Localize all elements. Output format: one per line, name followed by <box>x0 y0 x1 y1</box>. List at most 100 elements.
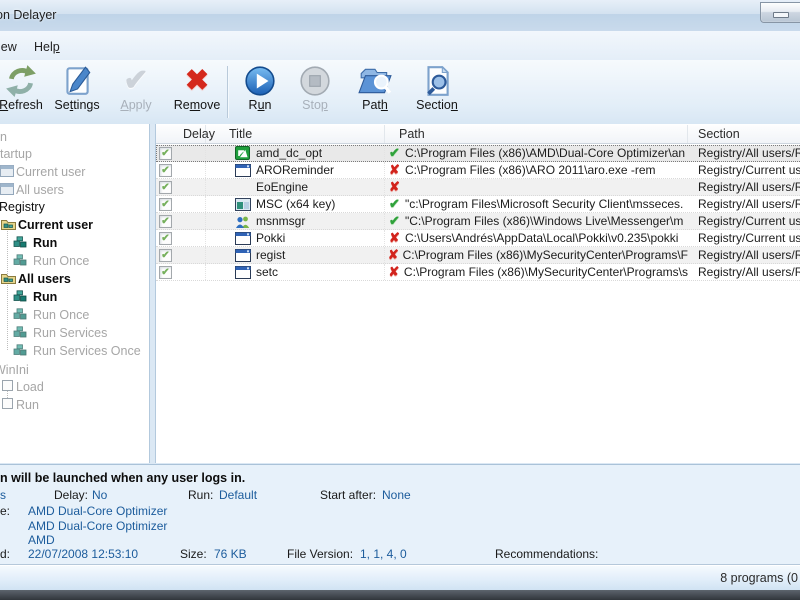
size-label: Size: <box>180 547 207 561</box>
section-icon <box>420 64 454 98</box>
run-button[interactable]: Run <box>231 62 289 122</box>
run-mode-label: Run: <box>188 488 214 502</box>
name-label-fragment: e: <box>0 504 11 518</box>
settings-icon <box>60 64 94 98</box>
checkbox-checked-icon[interactable] <box>159 265 172 279</box>
window-icon <box>235 231 252 245</box>
table-header: Delay Title Path Section <box>156 125 800 144</box>
minimize-button[interactable] <box>760 2 800 23</box>
table-row-msc[interactable]: MSC (x64 key) "c:\Program Files\Microsof… <box>156 196 800 213</box>
registry-bricks-icon <box>13 236 27 251</box>
no-icon <box>235 180 252 194</box>
checkbox-checked-icon[interactable] <box>159 248 172 262</box>
section-label: Section <box>416 98 458 112</box>
date-label-fragment: d: <box>0 547 11 561</box>
ini-entry-icon <box>2 380 14 395</box>
settings-label: Settings <box>54 98 100 112</box>
table-row-setc[interactable]: setc C:\Program Files (x86)\MySecurityCe… <box>156 264 800 281</box>
title-bar[interactable]: on Delayer <box>0 0 800 32</box>
refresh-button[interactable]: Refresh <box>0 62 50 122</box>
apply-button: ✔ Apply <box>107 62 165 122</box>
settings-button[interactable]: Settings <box>48 62 106 122</box>
start-after-label: Start after: <box>320 488 377 502</box>
table-row-amd-dc-opt[interactable]: amd_dc_opt C:\Program Files (x86)\AMD\Du… <box>156 145 800 162</box>
delay-label: Delay: <box>54 488 89 502</box>
checkbox-checked-icon[interactable] <box>159 214 172 228</box>
ini-entry-icon <box>2 398 14 413</box>
registry-bricks-icon <box>13 290 27 305</box>
toolbar-separator <box>227 66 228 118</box>
registry-bricks-icon <box>13 344 27 359</box>
column-header-section[interactable]: Section <box>688 125 800 143</box>
date-modified-value: 22/07/2008 12:53:10 <box>28 547 139 561</box>
section-tree-pane: n tartup Current user All users Registry… <box>0 124 150 463</box>
column-header-path[interactable]: Path <box>385 125 688 143</box>
path-found-icon <box>387 145 402 161</box>
column-header-title[interactable]: Title <box>206 125 385 143</box>
menu-view[interactable]: iew <box>0 38 21 56</box>
run-mode-value: Default <box>219 488 258 502</box>
details-left-fragment: s <box>0 488 6 502</box>
apply-label: Apply <box>120 98 152 112</box>
table-row-aroreminder[interactable]: AROReminder C:\Program Files (x86)\ARO 2… <box>156 162 800 179</box>
checkbox-checked-icon[interactable] <box>159 231 172 245</box>
table-row-pokki[interactable]: Pokki C:\Users\Andrés\AppData\Local\Pokk… <box>156 230 800 247</box>
status-bar: 8 programs (0 <box>0 564 800 591</box>
path-icon <box>358 64 392 98</box>
run-icon <box>243 64 277 98</box>
path-label: Path <box>362 98 388 112</box>
menu-bar: iew Help <box>0 31 800 60</box>
registry-bricks-icon <box>13 254 27 269</box>
checkbox-checked-icon[interactable] <box>159 146 172 160</box>
window-bottom-frame <box>0 590 800 600</box>
checkbox-checked-icon[interactable] <box>159 180 172 194</box>
window-gray-icon <box>0 183 14 198</box>
programs-count: 8 programs (0 <box>720 571 798 585</box>
toolbar: Refresh Settings ✔ Apply ✖ Remove Run St… <box>0 60 800 125</box>
window-title: on Delayer <box>0 8 57 22</box>
path-button[interactable]: Path <box>346 62 404 122</box>
checkbox-checked-icon[interactable] <box>159 197 172 211</box>
tree-connector <box>7 228 9 350</box>
path-missing-icon <box>387 264 401 280</box>
minimize-icon <box>773 12 789 18</box>
run-label: Run <box>248 98 272 112</box>
path-missing-icon <box>387 230 402 246</box>
section-button[interactable]: Section <box>408 62 466 122</box>
window-icon <box>235 265 252 279</box>
recommendations-label: Recommendations: <box>495 547 599 561</box>
checkbox-checked-icon[interactable] <box>159 163 172 177</box>
column-header-delay[interactable]: Delay <box>156 125 215 143</box>
folder-registry-icon <box>1 272 16 287</box>
registry-bricks-icon <box>13 326 27 341</box>
refresh-icon <box>4 64 38 98</box>
menu-help[interactable]: Help <box>30 38 64 56</box>
folder-registry-icon <box>1 218 16 233</box>
monitor-icon <box>235 197 252 211</box>
programs-table: Delay Title Path Section amd_dc_opt C:\P… <box>155 124 800 463</box>
file-version-value: 1, 1, 4, 0 <box>360 547 407 561</box>
registry-bricks-icon <box>13 308 27 323</box>
path-found-icon <box>387 196 402 212</box>
start-after-value: None <box>382 488 411 502</box>
path-missing-icon <box>387 247 400 263</box>
delay-value: No <box>92 488 108 502</box>
path-found-icon <box>387 213 402 229</box>
table-row-regist[interactable]: regist C:\Program Files (x86)\MySecurity… <box>156 247 800 264</box>
remove-icon: ✖ <box>184 65 210 97</box>
path-missing-icon <box>387 162 402 178</box>
table-row-msnmsgr[interactable]: msnmsgr "C:\Program Files (x86)\Windows … <box>156 213 800 230</box>
refresh-label: Refresh <box>0 98 43 112</box>
name-value-2: AMD Dual-Core Optimizer <box>28 519 168 533</box>
window-gray-icon <box>0 165 14 180</box>
table-row-eoengine[interactable]: EoEngine Registry/All users/Ru <box>156 179 800 196</box>
application-delayer-window: on Delayer iew Help Refresh Settings ✔ A… <box>0 0 800 600</box>
stop-button: Stop <box>286 62 344 122</box>
stop-icon <box>298 64 332 98</box>
apply-icon: ✔ <box>123 64 149 97</box>
details-panel: n will be launched when any user logs in… <box>0 464 800 565</box>
size-value: 76 KB <box>214 547 247 561</box>
stop-label: Stop <box>302 98 328 112</box>
path-missing-icon <box>387 179 402 195</box>
remove-button[interactable]: ✖ Remove <box>168 62 226 122</box>
